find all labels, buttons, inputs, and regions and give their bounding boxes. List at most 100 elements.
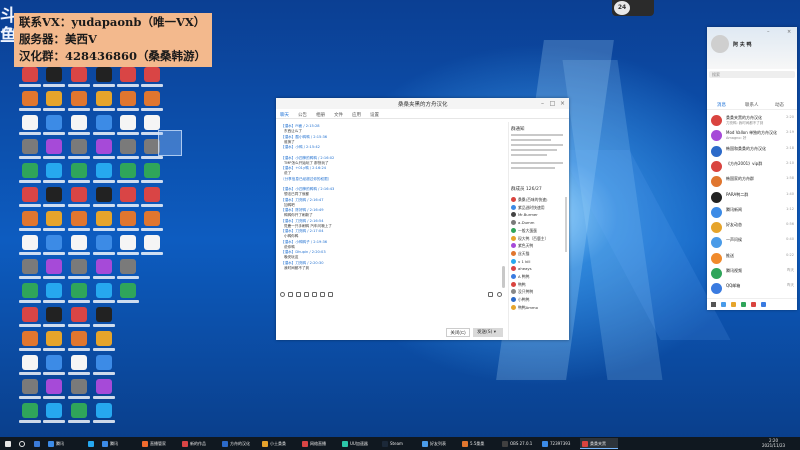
app-icon[interactable] bbox=[721, 302, 726, 307]
search-input[interactable]: 搜索 bbox=[709, 71, 795, 78]
screenshot-icon[interactable] bbox=[296, 292, 301, 297]
taskbar-app[interactable]: 桑桑夹黑 bbox=[580, 438, 618, 449]
close-icon[interactable]: × bbox=[787, 29, 791, 35]
desktop-shortcut[interactable] bbox=[42, 403, 66, 429]
desktop-shortcut[interactable] bbox=[67, 187, 91, 213]
taskbar-app[interactable]: UU加速器 bbox=[340, 438, 378, 449]
tab-album[interactable]: 相册 bbox=[316, 112, 325, 118]
message-scrollbar[interactable] bbox=[502, 266, 505, 288]
taskbar-app[interactable]: Steam bbox=[380, 438, 418, 449]
desktop-shortcut[interactable] bbox=[18, 283, 42, 309]
avatar[interactable] bbox=[711, 35, 729, 53]
desktop-shortcut[interactable] bbox=[18, 211, 42, 237]
desktop-shortcut[interactable] bbox=[67, 211, 91, 237]
desktop-shortcut[interactable] bbox=[92, 403, 116, 429]
desktop-shortcut[interactable] bbox=[18, 91, 42, 117]
member-item[interactable]: aheays bbox=[511, 265, 569, 273]
voice-icon[interactable] bbox=[320, 292, 325, 297]
tab-announcement[interactable]: 公告 bbox=[298, 112, 307, 118]
member-item[interactable]: A 鸭鸭 bbox=[511, 273, 569, 281]
member-item[interactable]: 没只鸭鸭 bbox=[511, 288, 569, 296]
desktop-shortcut[interactable] bbox=[67, 67, 91, 93]
taskbar-clock[interactable]: 2:20 2021/11/23 bbox=[762, 438, 785, 448]
taskbar-app[interactable]: 小土桑桑 bbox=[260, 438, 298, 449]
chat-message[interactable]: 【潜水】刀亮鸭 / 2:16:47 加鸭吧 bbox=[281, 198, 501, 209]
chat-message[interactable]: 【潜水】陈好鸭 / 2:16:49 鸭鸭你开了刷新了 bbox=[281, 208, 501, 219]
desktop-shortcut[interactable] bbox=[92, 163, 116, 189]
desktop-shortcut[interactable] bbox=[92, 187, 116, 213]
desktop-shortcut[interactable] bbox=[67, 331, 91, 357]
taskbar-app[interactable]: 新的作品 bbox=[180, 438, 218, 449]
tab-settings[interactable]: 设置 bbox=[370, 112, 379, 118]
desktop-shortcut[interactable] bbox=[18, 355, 42, 381]
desktop-shortcut[interactable] bbox=[116, 235, 140, 261]
taskbar-app[interactable]: OBS 27.0.1 bbox=[500, 438, 538, 449]
member-item[interactable]: v 1 kill bbox=[511, 258, 569, 266]
chat-message[interactable]: 【潜水】+01y鸭 / 2:16:24 说了 bbox=[281, 166, 501, 177]
desktop-shortcut[interactable] bbox=[116, 91, 140, 117]
desktop-shortcut[interactable] bbox=[140, 163, 164, 189]
desktop-shortcut[interactable] bbox=[67, 139, 91, 165]
gif-icon[interactable] bbox=[288, 292, 293, 297]
more-icon[interactable] bbox=[328, 292, 333, 297]
desktop-shortcut[interactable] bbox=[92, 211, 116, 237]
member-item[interactable]: 丝天猫 bbox=[511, 250, 569, 258]
member-item[interactable]: 紫色天鸭 bbox=[511, 242, 569, 250]
desktop-shortcut[interactable] bbox=[18, 67, 42, 93]
desktop-shortcut[interactable] bbox=[18, 259, 42, 285]
app-icon[interactable] bbox=[751, 302, 756, 307]
taskbar-app[interactable]: 腾讯 bbox=[46, 438, 84, 449]
desktop-shortcut[interactable] bbox=[116, 115, 140, 141]
chat-message[interactable]: 【潜水】小四神的鸭鸭 / 2:16:43 想法已同了就都 bbox=[281, 187, 501, 198]
search-button[interactable] bbox=[16, 438, 28, 449]
desktop-shortcut[interactable] bbox=[18, 139, 42, 165]
app-icon[interactable] bbox=[761, 302, 766, 307]
desktop-shortcut[interactable] bbox=[18, 403, 42, 429]
desktop-shortcut[interactable] bbox=[42, 379, 66, 405]
desktop-shortcut[interactable] bbox=[116, 67, 140, 93]
chat-message[interactable]: 【潜水】刀亮鸭 / 2:16:54 觉鹿一只手刷鸭 汽车问哦上了 bbox=[281, 219, 501, 230]
desktop-shortcut[interactable] bbox=[92, 91, 116, 117]
desktop-shortcut[interactable] bbox=[67, 259, 91, 285]
taskbar-app[interactable]: 直播管家 bbox=[140, 438, 178, 449]
desktop-shortcut[interactable] bbox=[18, 331, 42, 357]
desktop-shortcut[interactable] bbox=[18, 379, 42, 405]
desktop-shortcut[interactable] bbox=[67, 235, 91, 261]
desktop-shortcut[interactable] bbox=[18, 115, 42, 141]
emoji-icon[interactable] bbox=[280, 292, 285, 297]
desktop-shortcut[interactable] bbox=[42, 115, 66, 141]
taskbar-app[interactable]: 腾讯 bbox=[100, 438, 138, 449]
chat-message[interactable]: 【潜水】小四神的鸭鸭 / 2:16:02 TMP怎么开始玩了 那快玩了 bbox=[281, 156, 501, 167]
top-status-badge[interactable]: 24 bbox=[612, 0, 654, 16]
desktop-shortcut[interactable] bbox=[42, 67, 66, 93]
desktop-shortcut[interactable] bbox=[42, 235, 66, 261]
desktop-shortcut[interactable] bbox=[92, 235, 116, 261]
taskbar-app[interactable]: 方舟的汉化 bbox=[220, 438, 258, 449]
chat-message[interactable]: 【潜水】Dhupin / 2:20:03 晚安玩这 bbox=[281, 250, 501, 261]
minimize-icon[interactable]: – bbox=[538, 99, 547, 108]
desktop-shortcut[interactable] bbox=[67, 115, 91, 141]
desktop-shortcut[interactable] bbox=[42, 355, 66, 381]
desktop-shortcut[interactable] bbox=[42, 307, 66, 333]
desktop-shortcut[interactable] bbox=[42, 187, 66, 213]
desktop-shortcut[interactable] bbox=[42, 211, 66, 237]
desktop-shortcut[interactable] bbox=[140, 67, 164, 93]
chat-message[interactable]: 〔分享信息已经超过你的权限〕 bbox=[281, 177, 501, 188]
tab-chat[interactable]: 聊天 bbox=[280, 112, 289, 118]
qq-main-panel[interactable]: 阿 夫 鸭 – × 搜索 消息 联系人 动态 桑桑夹黑的方舟汉化 刀亮鸭: 我时间… bbox=[707, 27, 797, 310]
desktop-shortcut[interactable] bbox=[42, 91, 66, 117]
app-icon[interactable] bbox=[741, 302, 746, 307]
desktop-shortcut[interactable] bbox=[18, 307, 42, 333]
app-icon[interactable] bbox=[731, 302, 736, 307]
chat-titlebar[interactable]: 桑桑夹黑的方舟汉化 – □ × bbox=[276, 98, 569, 109]
member-item[interactable]: a-Dumm bbox=[511, 219, 569, 227]
desktop-shortcut[interactable] bbox=[67, 307, 91, 333]
desktop-shortcut[interactable] bbox=[42, 259, 66, 285]
chat-message[interactable]: 【潜水】酸小鸭鸭 / 2:15:36 谁换了 bbox=[281, 135, 501, 146]
desktop-shortcut[interactable] bbox=[116, 163, 140, 189]
send-button[interactable]: 发送(S) ▾ bbox=[473, 328, 503, 337]
close-button[interactable]: 关闭(C) bbox=[446, 328, 470, 337]
desktop-shortcut[interactable] bbox=[67, 403, 91, 429]
taskbar-app[interactable]: 72397393 bbox=[540, 438, 578, 449]
desktop-shortcut[interactable] bbox=[116, 259, 140, 285]
